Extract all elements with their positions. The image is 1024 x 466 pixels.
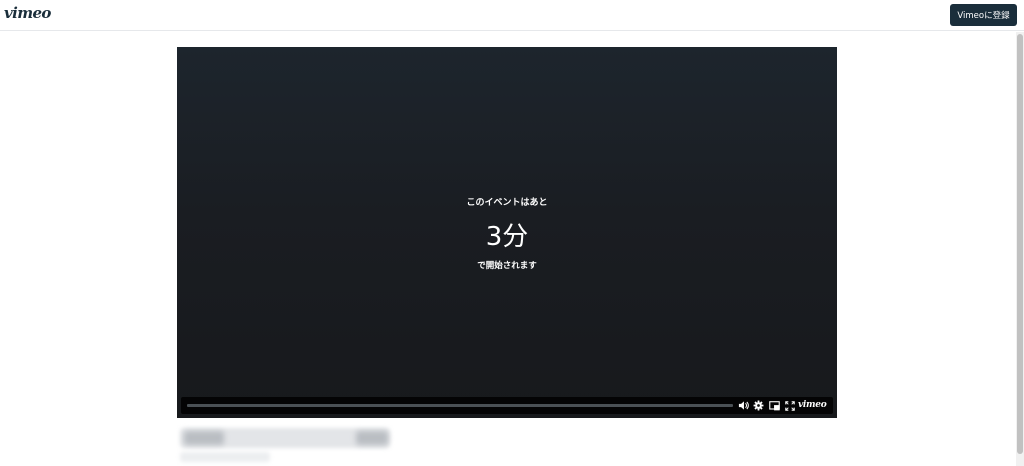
- countdown-time: 3分: [485, 222, 529, 252]
- top-header: vimeo Vimeoに登録: [0, 0, 1024, 31]
- player-controls-bar: vimeo: [181, 397, 833, 414]
- vimeo-logo[interactable]: vimeo: [4, 4, 51, 22]
- settings-gear-icon[interactable]: [752, 399, 765, 412]
- blurred-badge-left: [184, 431, 224, 445]
- progress-bar[interactable]: [187, 404, 733, 407]
- event-countdown: このイベントはあと 3分 で開始されます: [177, 47, 837, 418]
- video-player[interactable]: このイベントはあと 3分 で開始されます vimeo: [177, 47, 837, 418]
- join-vimeo-button[interactable]: Vimeoに登録: [950, 4, 1017, 26]
- blurred-subtitle: [180, 452, 270, 462]
- picture-in-picture-icon[interactable]: [768, 399, 781, 412]
- blurred-badge-right: [356, 431, 388, 445]
- countdown-post-text: で開始されます: [477, 261, 537, 271]
- page-scrollbar[interactable]: [1016, 32, 1024, 466]
- volume-icon[interactable]: [737, 399, 750, 412]
- video-info-blurred: [176, 422, 476, 466]
- fullscreen-icon[interactable]: [783, 399, 796, 412]
- scrollbar-thumb[interactable]: [1017, 34, 1023, 454]
- vimeo-brand-link[interactable]: vimeo: [798, 398, 827, 413]
- countdown-pre-text: このイベントはあと: [466, 198, 548, 208]
